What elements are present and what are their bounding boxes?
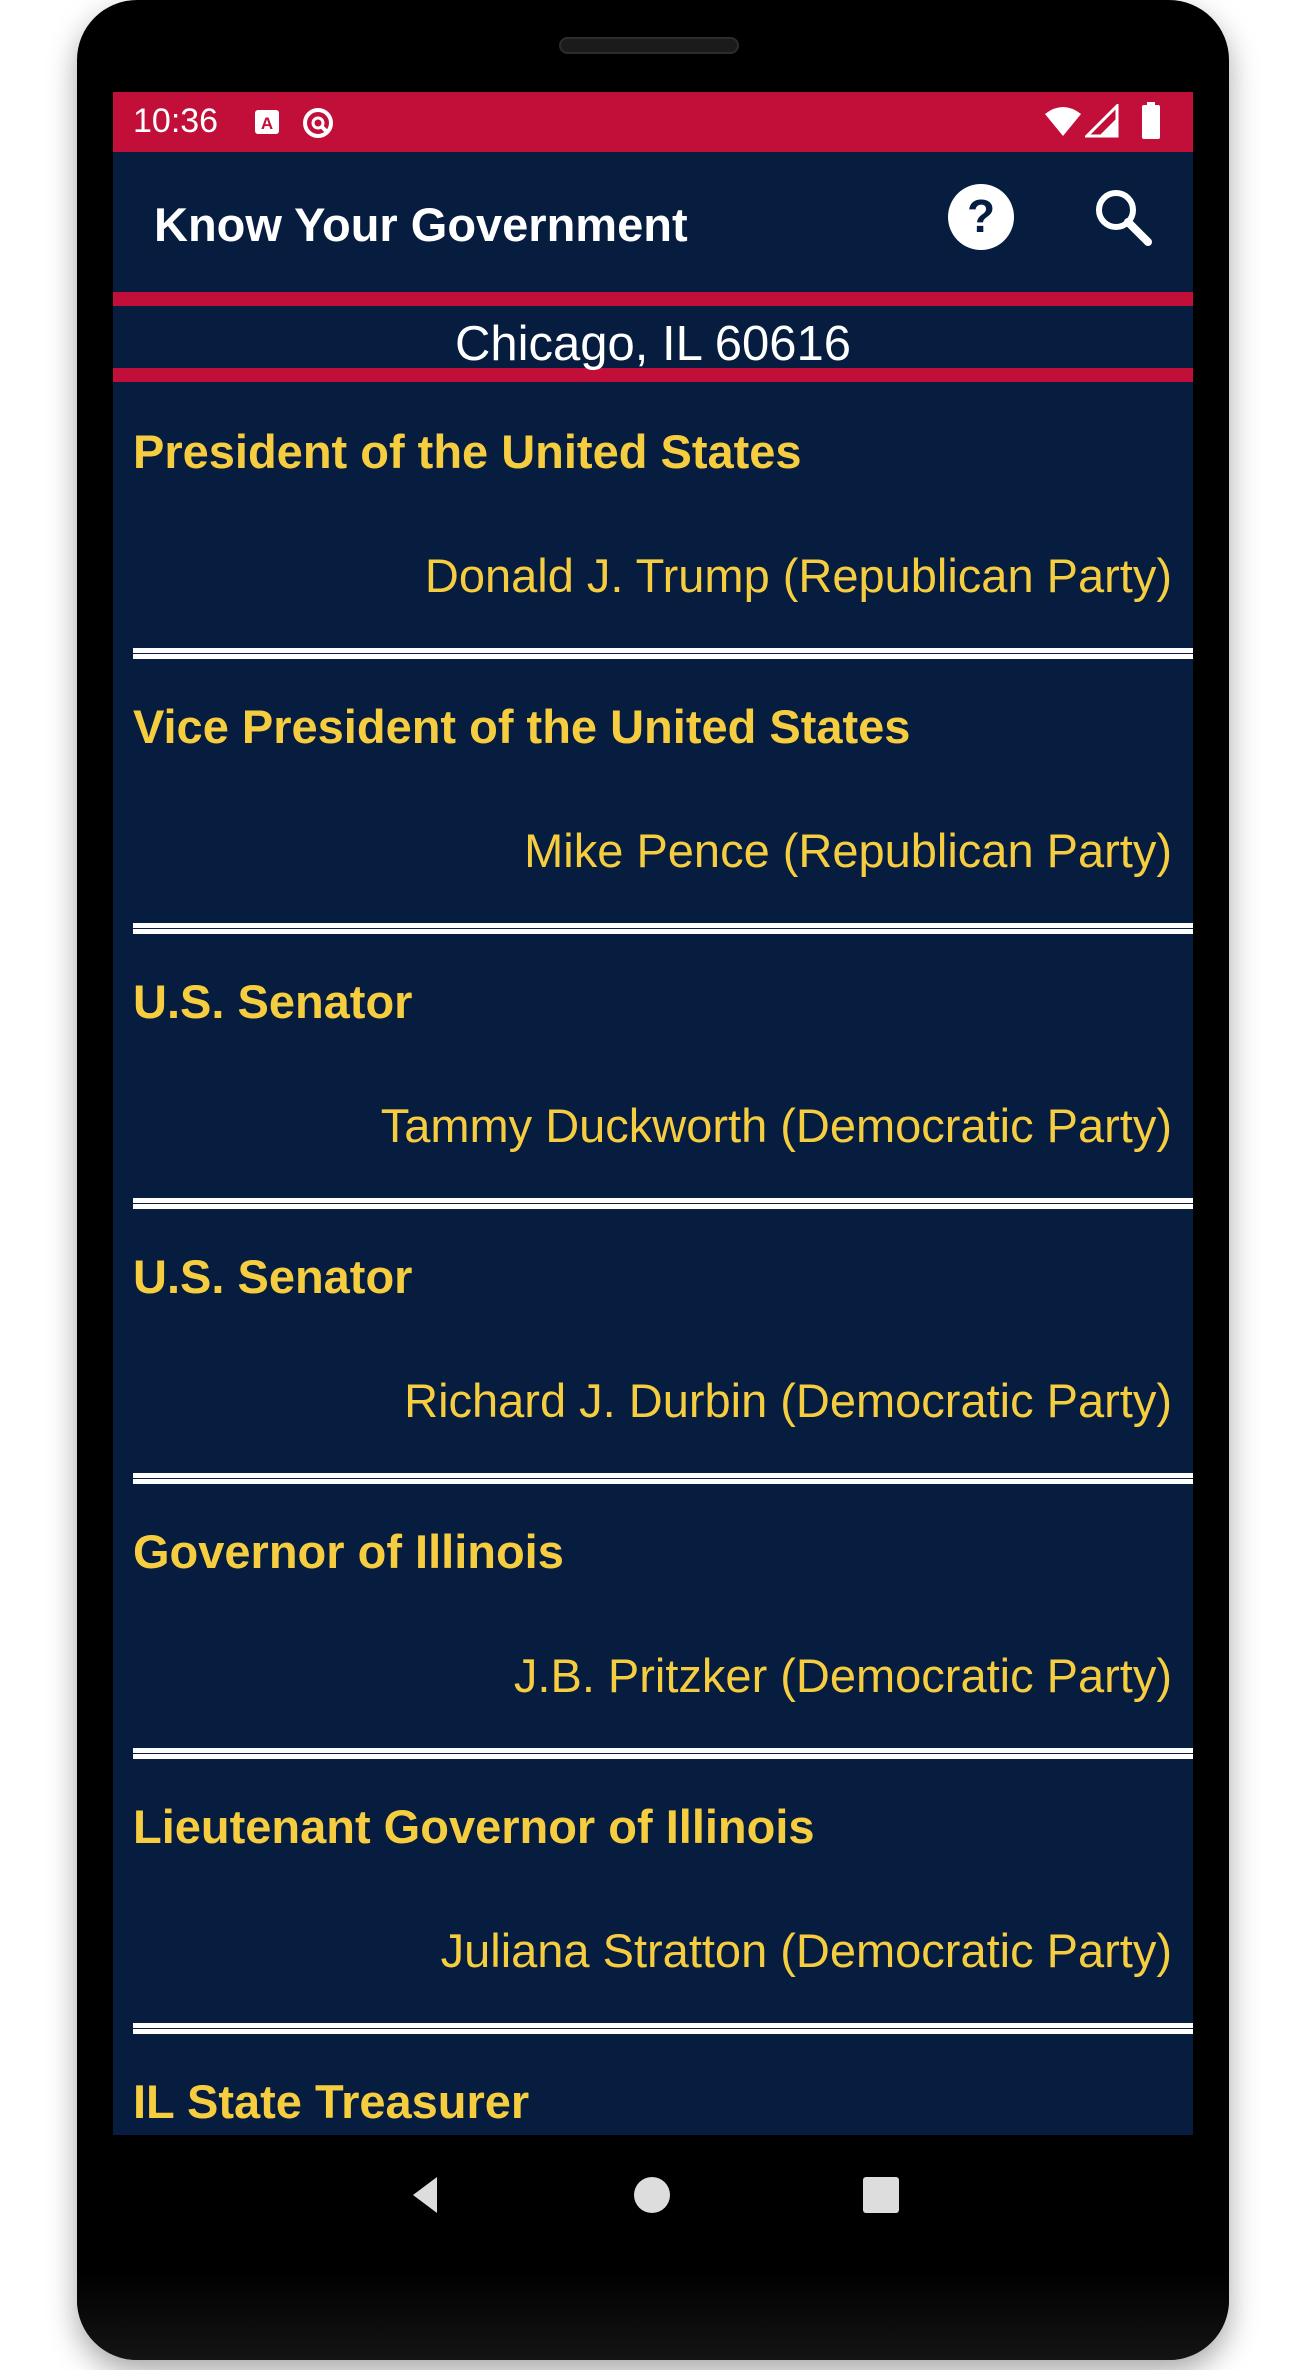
location-label: Chicago, IL 60616 [455, 317, 851, 371]
app-toolbar: Know Your Government ? [113, 152, 1193, 292]
phone-bottom-bezel [77, 2270, 1229, 2360]
search-icon [1096, 190, 1152, 246]
svg-text:A: A [261, 114, 273, 133]
office-title: U.S. Senator [133, 1250, 413, 1303]
office-title: Governor of Illinois [133, 1525, 564, 1578]
status-time: 10:36 [133, 102, 219, 140]
office-title: President of the United States [133, 425, 802, 478]
office-title: IL State Treasurer [133, 2075, 530, 2128]
official-name: Donald J. Trump (Republican Party) [424, 549, 1172, 602]
official-name: J.B. Pritzker (Democratic Party) [513, 1649, 1172, 1702]
list-item[interactable]: President of the United States Donald J.… [113, 382, 1193, 659]
officials-list[interactable]: President of the United States Donald J.… [113, 382, 1193, 2135]
svg-text:?: ? [967, 190, 995, 242]
official-name: Mike Pence (Republican Party) [524, 824, 1172, 877]
list-item[interactable]: U.S. Senator Richard J. Durbin (Democrat… [113, 1207, 1193, 1484]
phone-frame: 10:36 A Know Your Government ? Chicago, … [77, 0, 1229, 2360]
list-item[interactable]: Lieutenant Governor of Illinois Juliana … [113, 1757, 1193, 2034]
office-title: Lieutenant Governor of Illinois [133, 1800, 815, 1853]
official-name: Richard J. Durbin (Democratic Party) [404, 1374, 1172, 1427]
cell-signal-icon [1085, 104, 1119, 138]
list-item[interactable]: Governor of Illinois J.B. Pritzker (Demo… [113, 1482, 1193, 1759]
list-item[interactable]: U.S. Senator Tammy Duckworth (Democratic… [113, 932, 1193, 1209]
wifi-icon [1045, 107, 1081, 136]
keyboard-notification-icon: A [255, 110, 279, 134]
help-circle-icon: ? [948, 184, 1014, 250]
recents-icon[interactable] [851, 2165, 911, 2225]
office-title: U.S. Senator [133, 975, 413, 1028]
search-button[interactable] [1088, 182, 1158, 252]
official-name: Juliana Stratton (Democratic Party) [440, 1924, 1172, 1977]
list-item[interactable]: IL State Treasurer [113, 2032, 1193, 2135]
app-screen: 10:36 A Know Your Government ? Chicago, … [113, 92, 1193, 2135]
list-item[interactable]: Vice President of the United States Mike… [113, 657, 1193, 934]
phone-speaker [559, 37, 739, 54]
battery-icon [1142, 102, 1160, 139]
sync-notification-icon [303, 108, 333, 138]
app-title: Know Your Government [154, 198, 688, 251]
location-bar: Chicago, IL 60616 [113, 292, 1193, 382]
home-icon[interactable] [622, 2165, 682, 2225]
office-title: Vice President of the United States [133, 700, 911, 753]
status-bar: 10:36 A [113, 92, 1193, 152]
system-nav-bar [113, 2135, 1193, 2250]
official-name: Tammy Duckworth (Democratic Party) [380, 1099, 1172, 1152]
help-button[interactable]: ? [946, 182, 1016, 252]
back-icon[interactable] [397, 2165, 457, 2225]
